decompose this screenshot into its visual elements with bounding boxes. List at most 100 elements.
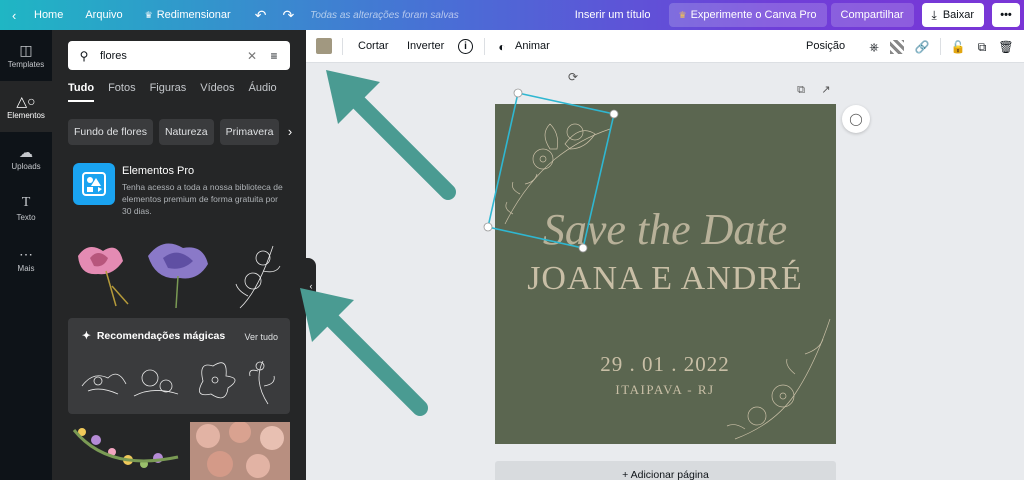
elements-panel: ⚲ flores ✕ ≡ Tudo Fotos Figuras Vídeos Á… [52,30,306,480]
pro-elements-description: Tenha acesso a toda a nossa biblioteca d… [122,182,283,216]
rotate-icon[interactable]: ⟳ [566,70,580,84]
pro-elements-logo-icon [73,163,115,205]
magic-item-4[interactable] [249,360,275,405]
save-the-date-title: Save the Date [543,205,787,254]
pro-elements-title: Elementos Pro [122,165,195,177]
search-value: flores [100,49,127,62]
flip-button[interactable]: Inverter [407,30,444,63]
rail-item-text[interactable]: T Texto [0,183,52,234]
context-toolbar: Cortar Inverter i ◐ Animar Posição ⎈ 🔗 🔓… [306,30,1024,63]
panel-tabs: Tudo Fotos Figuras Vídeos Áudio [68,82,277,102]
purple-flower-thumbnail[interactable] [148,243,208,309]
top-bar: ‹ Home Arquivo ♛ Redimensionar ↶ ↷ Todas… [0,0,1024,30]
duplicate-icon[interactable]: ⧉ [974,39,990,55]
resize-handle[interactable] [513,88,523,98]
share-button[interactable]: Compartilhar [830,3,914,27]
event-location: ITAIPAVA - RJ [615,382,714,397]
tab-all[interactable]: Tudo [68,82,95,102]
left-rail: ◫ Templates △○ Elementos ☁ Uploads T Tex… [0,30,52,480]
see-all-link[interactable]: Ver tudo [244,332,278,342]
resize-button[interactable]: ♛ Redimensionar [131,9,239,21]
magic-item-2[interactable] [133,369,179,397]
rail-item-more[interactable]: ⋯ Mais [0,234,52,285]
undo-icon[interactable]: ↶ [239,7,275,24]
animate-icon[interactable]: ◐ [494,39,510,55]
transparency-icon[interactable] [890,40,904,54]
chip-nature[interactable]: Natureza [158,119,214,145]
chip-flower-background[interactable]: Fundo de flores [68,119,153,145]
more-options-button[interactable]: ••• [992,3,1020,27]
position-button[interactable]: Posição [806,30,845,63]
crown-icon: ♛ [144,9,153,20]
rail-item-templates[interactable]: ◫ Templates [0,30,52,81]
tab-videos[interactable]: Vídeos [200,82,234,102]
magic-item-1[interactable] [81,373,127,395]
magic-item-3[interactable] [199,362,236,399]
annotation-arrow-bottom [300,288,428,416]
try-pro-button[interactable]: ♛ Experimente o Canva Pro [668,3,827,27]
event-date: 29 . 01 . 2022 [600,352,730,376]
more-icon: ⋯ [19,245,33,262]
magic-items [78,356,278,409]
clear-icon[interactable]: ✕ [244,49,260,63]
add-page-icon[interactable]: ↗ [819,83,833,96]
color-swatch[interactable] [316,38,332,54]
trash-icon[interactable]: 🗑 [998,39,1014,55]
rail-label-more: Mais [17,263,35,273]
templates-icon: ◫ [19,41,33,58]
title-input[interactable]: Inserir um título [565,3,661,27]
pink-flower-thumbnail[interactable] [78,247,129,307]
text-icon: T [21,194,31,210]
home-link[interactable]: Home [26,9,71,21]
floral-corner-bottom [726,318,831,440]
filter-icon[interactable]: ≡ [266,49,282,63]
collapse-panel-button[interactable]: ‹ [306,258,316,314]
paint-roller-icon[interactable]: ⎈ [866,39,882,55]
tab-audio[interactable]: Áudio [249,82,277,102]
resize-handle[interactable] [483,222,493,232]
upload-icon: ☁ [19,143,33,160]
magic-title-row: ✦ Recomendações mágicas [82,330,225,342]
rail-item-uploads[interactable]: ☁ Uploads [0,132,52,183]
rail-label-templates: Templates [7,59,45,69]
roses-photo[interactable] [190,421,290,480]
chip-spring[interactable]: Primavera [219,119,280,145]
rail-label-text: Texto [16,212,36,222]
redo-icon[interactable]: ↷ [274,7,302,24]
search-input[interactable]: ⚲ flores ✕ ≡ [68,41,290,70]
comment-icon[interactable]: ◯ [842,105,870,133]
copy-page-icon[interactable]: ⧉ [794,84,808,97]
lock-icon[interactable]: 🔓 [950,39,966,55]
try-pro-label: Experimente o Canva Pro [690,9,817,21]
annotation-arrow-top [326,70,456,200]
download-icon: ⤓ [931,7,937,22]
design-page[interactable]: Save the Date JOANA E ANDRÉ 29 . 01 . 20… [495,104,836,444]
sparkle-icon: ✦ [82,330,91,342]
download-label: Baixar [942,9,974,21]
back-chevron-icon[interactable]: ‹ [0,8,26,23]
flower-thumbnails [68,236,290,316]
tab-graphics[interactable]: Figuras [150,82,187,102]
flower-photos [68,421,290,480]
divider [484,38,485,55]
lineart-flower-thumbnail[interactable] [235,245,281,309]
add-page-button[interactable]: + Adicionar página [495,461,836,480]
crown-icon: ♛ [678,9,687,20]
crop-button[interactable]: Cortar [358,30,389,63]
chevron-right-icon[interactable]: › [280,119,300,145]
animate-button[interactable]: Animar [515,30,550,63]
link-icon[interactable]: 🔗 [914,39,930,55]
file-menu[interactable]: Arquivo [71,9,130,21]
resize-label: Redimensionar [156,9,231,21]
couple-names: JOANA E ANDRÉ [527,260,803,297]
tab-photos[interactable]: Fotos [108,82,136,102]
info-icon[interactable]: i [458,39,473,54]
elements-icon: △○ [16,92,36,109]
rail-label-elements: Elementos [7,110,45,120]
download-button[interactable]: ⤓ Baixar [921,3,984,27]
wreath-photo[interactable] [68,422,182,480]
magic-recommendations: ✦ Recomendações mágicas Ver tudo [68,318,290,414]
pro-elements-card[interactable]: Elementos Pro Tenha acesso a toda a noss… [73,163,288,223]
rail-item-elements[interactable]: △○ Elementos [0,81,52,132]
rail-label-uploads: Uploads [11,161,41,171]
